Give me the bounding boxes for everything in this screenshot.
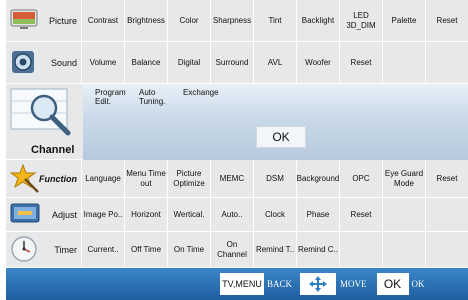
category-label-channel: Channel [31, 144, 75, 156]
option-function-7[interactable]: Eye Guard Mode [382, 160, 425, 198]
option-picture-4[interactable]: Tint [253, 0, 296, 42]
option-timer-1[interactable]: Off Time [124, 232, 167, 268]
menu-row-timer[interactable]: Timer Current.. Off Time On Time On Channel… [6, 232, 468, 268]
option-picture-2[interactable]: Color [167, 0, 210, 42]
option-adjust-0[interactable]: Image Po.. [81, 198, 124, 232]
option-adjust-1[interactable]: Horizont [124, 198, 167, 232]
category-channel[interactable]: Channel [6, 84, 83, 160]
category-label-picture: Picture [48, 15, 77, 26]
option-picture-1[interactable]: Brightness [124, 0, 167, 42]
option-adjust-4[interactable]: Clock [253, 198, 296, 232]
option-picture-8[interactable]: Reset [425, 0, 468, 42]
option-sound-3[interactable]: Surround [210, 42, 253, 84]
tab-exchange[interactable]: Exchange [183, 88, 219, 97]
option-picture-7[interactable]: Palette [382, 0, 425, 42]
back-hint: BACK [267, 279, 293, 289]
category-sound[interactable]: Sound [6, 42, 81, 84]
option-timer-2[interactable]: On Time [167, 232, 210, 268]
option-function-2[interactable]: Picture Optimize [167, 160, 210, 198]
option-adjust-2[interactable]: Wertical. [167, 198, 210, 232]
menu-row-adjust[interactable]: Adjust Image Po.. Horizont Wertical. Auto..… [6, 198, 468, 232]
empty-cell [425, 232, 468, 268]
empty-cell [425, 42, 468, 84]
category-timer[interactable]: Timer [6, 232, 81, 268]
tv-menu-key[interactable]: TV,MENU [220, 273, 264, 295]
option-picture-0[interactable]: Contrast [81, 0, 124, 42]
tab-program-edit[interactable]: Program Edit. [95, 88, 126, 106]
empty-cell [382, 42, 425, 84]
magnifier-screen-icon [10, 88, 76, 140]
empty-cell [382, 232, 425, 268]
empty-cell [425, 198, 468, 232]
option-function-1[interactable]: Menu Time out [124, 160, 167, 198]
bottom-hint-bar: TV,MENU BACK MOVE OK OK [6, 268, 468, 300]
clock-icon [10, 235, 38, 265]
category-label-adjust: Adjust [51, 209, 77, 220]
option-adjust-3[interactable]: Auto.. [210, 198, 253, 232]
option-function-5[interactable]: Background [296, 160, 339, 198]
category-label-sound: Sound [50, 57, 77, 68]
tab-auto-tuning[interactable]: Auto Tuning. [139, 88, 165, 106]
ok-button[interactable]: OK [256, 126, 306, 148]
tv-picture-icon [10, 9, 38, 33]
option-sound-2[interactable]: Digital [167, 42, 210, 84]
monitor-adjust-icon [10, 203, 40, 227]
option-adjust-5[interactable]: Phase [296, 198, 339, 232]
option-function-8[interactable]: Reset [425, 160, 468, 198]
option-function-0[interactable]: Language [81, 160, 124, 198]
move-arrows-icon [300, 273, 337, 295]
option-sound-0[interactable]: Volume [81, 42, 124, 84]
category-adjust[interactable]: Adjust [6, 198, 81, 232]
category-label-timer: Timer [54, 244, 77, 255]
option-sound-1[interactable]: Balance [124, 42, 167, 84]
option-function-3[interactable]: MEMC [210, 160, 253, 198]
option-sound-5[interactable]: Woofer [296, 42, 339, 84]
menu-row-function[interactable]: Function Language Menu Time out Picture Opti… [6, 160, 468, 198]
channel-submenu: Program Edit. Auto Tuning. Exchange OK [83, 84, 468, 160]
option-picture-5[interactable]: Backlight [296, 0, 339, 42]
option-function-6[interactable]: OPC [339, 160, 382, 198]
menu-row-sound[interactable]: Sound Volume Balance Digital Surround AVL Woo… [6, 42, 468, 84]
empty-cell [382, 198, 425, 232]
tv-settings-menu: Picture Contrast Brightness Color Sharpness… [0, 0, 468, 268]
option-function-4[interactable]: DSM [253, 160, 296, 198]
speaker-icon [10, 49, 36, 77]
option-adjust-6[interactable]: Reset [339, 198, 382, 232]
option-timer-4[interactable]: Remind T.. [253, 232, 296, 268]
option-sound-6[interactable]: Reset [339, 42, 382, 84]
move-hint: MOVE [340, 279, 367, 289]
ok-hint: OK [411, 279, 425, 289]
ok-key[interactable]: OK [376, 273, 409, 295]
option-picture-6[interactable]: LED 3D_DIM [339, 0, 382, 42]
menu-row-channel[interactable]: Channel Program Edit. Auto Tuning. Exchang… [6, 84, 468, 160]
empty-cell [339, 232, 382, 268]
category-picture[interactable]: Picture [6, 0, 81, 42]
category-function[interactable]: Function [6, 160, 81, 198]
option-timer-5[interactable]: Remind C.. [296, 232, 339, 268]
category-label-function: Function [39, 173, 77, 184]
option-timer-0[interactable]: Current.. [81, 232, 124, 268]
option-timer-3[interactable]: On Channel [210, 232, 253, 268]
option-sound-4[interactable]: AVL [253, 42, 296, 84]
star-wand-icon [9, 163, 40, 195]
option-picture-3[interactable]: Sharpness [210, 0, 253, 42]
menu-row-picture[interactable]: Picture Contrast Brightness Color Sharpness… [6, 0, 468, 42]
